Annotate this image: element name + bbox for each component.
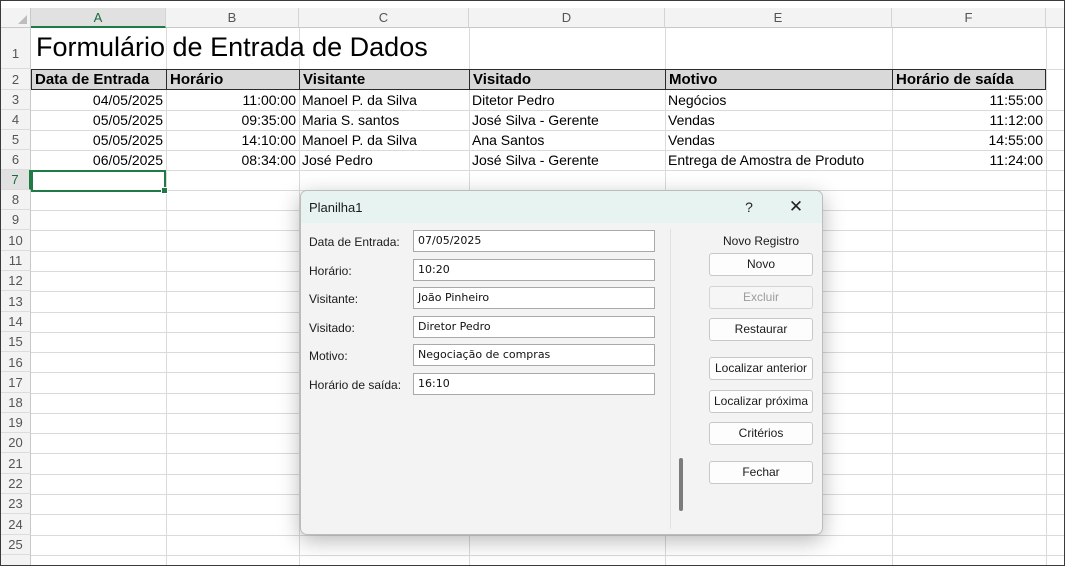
active-cell-a7[interactable] [31,170,168,194]
header-cell-horario[interactable]: Horário [166,69,300,90]
sheet-title[interactable]: Formulário de Entrada de Dados [36,32,428,63]
table-cell[interactable]: 11:12:00 [892,110,1046,130]
row-header-4[interactable]: 4 [1,110,31,130]
row-header-22[interactable]: 22 [1,474,31,494]
table-cell[interactable]: 08:34:00 [166,150,299,170]
row-header-14[interactable]: 14 [1,312,31,332]
help-button[interactable]: ? [738,196,760,218]
table-cell[interactable]: 11:00:00 [166,90,299,110]
table-cell[interactable]: 14:55:00 [892,130,1046,150]
row-header-2[interactable]: 2 [1,69,31,90]
field-label-visitado: Visitado: [309,321,355,335]
header-cell-visitante[interactable]: Visitante [299,69,470,90]
column-header-overflow [1046,8,1064,28]
column-header-c[interactable]: C [299,8,469,28]
table-cell[interactable]: Manoel P. da Silva [299,130,469,150]
horario-field[interactable]: 10:20 [413,259,655,281]
header-cell-data-de-entrada[interactable]: Data de Entrada [31,69,167,90]
row-header-7[interactable]: 7 [1,170,31,190]
horario-de-saida-field[interactable]: 16:10 [413,373,655,395]
row-header-12[interactable]: 12 [1,271,31,291]
row-header-17[interactable]: 17 [1,372,31,393]
column-header-f[interactable]: F [892,8,1046,28]
column-header-d[interactable]: D [469,8,665,28]
table-cell[interactable]: José Silva - Gerente [469,110,665,130]
motivo-field[interactable]: Negociação de compras [413,344,655,366]
fill-handle[interactable] [161,187,168,194]
row-header-16[interactable]: 16 [1,352,31,372]
row-header-10[interactable]: 10 [1,230,31,251]
localizar-anterior-button[interactable]: Localizar anterior [709,357,813,380]
close-icon[interactable]: ✕ [785,196,807,218]
header-cell-horario-de-saida[interactable]: Horário de saída [892,69,1046,90]
table-cell[interactable]: 06/05/2025 [31,150,166,170]
row-header-19[interactable]: 19 [1,413,31,433]
record-scrollbar-thumb[interactable] [679,458,683,511]
table-cell[interactable]: 14:10:00 [166,130,299,150]
dialog-titlebar[interactable]: Planilha1 ? ✕ [301,191,822,223]
table-cell[interactable]: 05/05/2025 [31,130,166,150]
row-header-13[interactable]: 13 [1,291,31,312]
row-header-21[interactable]: 21 [1,453,31,474]
table-cell[interactable]: Ana Santos [469,130,665,150]
row-header-1[interactable]: 1 [1,28,31,69]
table-cell[interactable]: Ditetor Pedro [469,90,665,110]
table-cell[interactable]: 11:24:00 [892,150,1046,170]
table-cell[interactable]: Vendas [665,130,892,150]
row-header-18[interactable]: 18 [1,393,31,413]
select-all-corner[interactable] [1,8,31,28]
row-header-6[interactable]: 6 [1,150,31,170]
row-header-20[interactable]: 20 [1,433,31,453]
row-header-25[interactable]: 25 [1,535,31,555]
header-cell-motivo[interactable]: Motivo [665,69,893,90]
record-indicator: Novo Registro [722,234,800,248]
table-cell[interactable]: Negócios [665,90,892,110]
gridline [31,535,1064,536]
dialog-title: Planilha1 [309,200,363,215]
visitante-field[interactable]: João Pinheiro [413,287,655,309]
column-header-a[interactable]: A [31,8,166,28]
table-cell[interactable]: Maria S. santos [299,110,469,130]
table-cell[interactable]: 11:55:00 [892,90,1046,110]
column-header-e[interactable]: E [665,8,892,28]
row-header-8[interactable]: 8 [1,190,31,210]
row-header-3[interactable]: 3 [1,90,31,110]
table-cell[interactable]: Vendas [665,110,892,130]
table-cell[interactable]: Entrega de Amostra de Produto [665,150,892,170]
row-header-5[interactable]: 5 [1,130,31,150]
field-label-horario-de-saida: Horário de saída: [309,378,402,392]
table-cell[interactable]: José Silva - Gerente [469,150,665,170]
field-label-visitante: Visitante: [309,292,359,306]
novo-button[interactable]: Novo [709,253,813,276]
restaurar-button[interactable]: Restaurar [709,318,813,341]
row-header-15[interactable]: 15 [1,332,31,352]
spreadsheet-window: A B C D E F 1 2 3 4 5 6 7 8 9 10 11 12 1… [0,0,1065,566]
row-header-24[interactable]: 24 [1,514,31,535]
fechar-button[interactable]: Fechar [709,461,813,484]
table-cell[interactable]: José Pedro [299,150,469,170]
gridline [31,555,1064,556]
data-form-dialog: Planilha1 ? ✕ Data de Entrada: 07/05/202… [300,190,823,535]
column-header-b[interactable]: B [166,8,299,28]
criterios-button[interactable]: Critérios [709,422,813,445]
gridline [1046,28,1047,565]
table-cell[interactable]: Manoel P. da Silva [299,90,469,110]
data-de-entrada-field[interactable]: 07/05/2025 [413,230,655,252]
visitado-field[interactable]: Diretor Pedro [413,316,655,338]
field-label-data-de-entrada: Data de Entrada: [309,235,400,249]
table-cell[interactable]: 05/05/2025 [31,110,166,130]
record-scrollbar-track[interactable] [670,229,671,529]
row-header-23[interactable]: 23 [1,494,31,514]
field-label-motivo: Motivo: [309,349,348,363]
row-header-9[interactable]: 9 [1,210,31,230]
table-cell[interactable]: 09:35:00 [166,110,299,130]
excluir-button[interactable]: Excluir [709,286,813,309]
header-cell-visitado[interactable]: Visitado [469,69,666,90]
localizar-proxima-button[interactable]: Localizar próxima [709,390,813,413]
row-header-26[interactable] [1,555,31,565]
gridline [31,170,1064,171]
field-label-horario: Horário: [309,264,352,278]
table-cell[interactable]: 04/05/2025 [31,90,166,110]
row-header-11[interactable]: 11 [1,251,31,271]
